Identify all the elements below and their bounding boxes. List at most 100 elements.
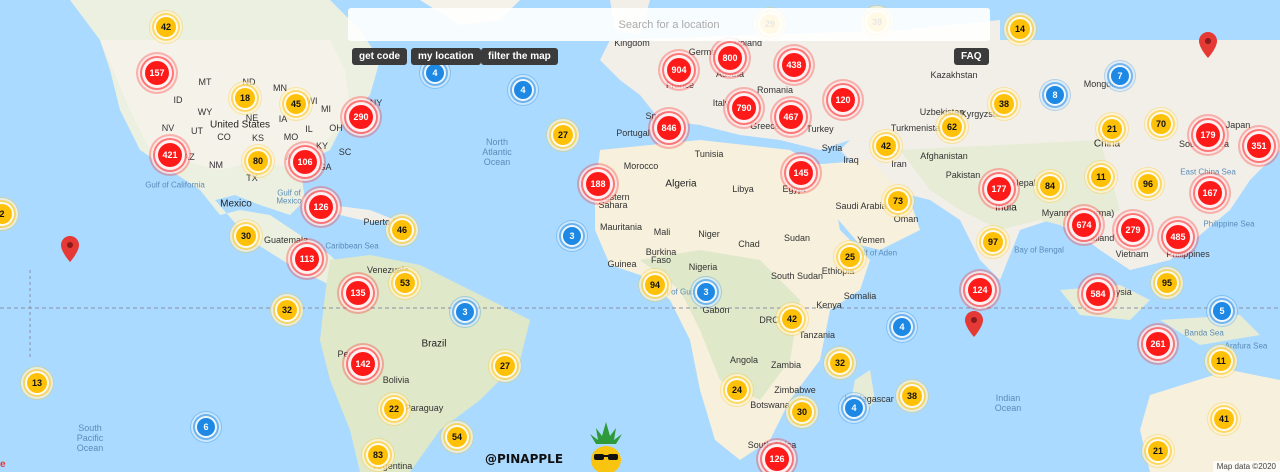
marker-cluster[interactable]: 279 [1121,218,1145,242]
marker-cluster[interactable]: 179 [1196,123,1220,147]
location-pin-icon[interactable] [965,311,983,337]
map-label-libya: Libya [732,184,754,194]
marker-cluster[interactable]: 467 [779,105,803,129]
marker-cluster[interactable]: 113 [295,247,319,271]
marker-cluster[interactable]: 421 [158,143,182,167]
faq-button[interactable]: FAQ [954,48,989,65]
marker-cluster[interactable]: 11 [1091,167,1111,187]
marker-cluster[interactable]: 120 [831,88,855,112]
marker-cluster[interactable]: 96 [1138,174,1158,194]
map-label-south-sudan: South Sudan [770,271,824,281]
marker-cluster[interactable]: 21 [1148,441,1168,461]
marker-cluster[interactable]: 5 [1213,302,1231,320]
marker-cluster[interactable]: 83 [368,445,388,465]
location-pin-icon[interactable] [1199,32,1217,58]
marker-cluster[interactable]: 30 [792,402,812,422]
marker-cluster[interactable]: 584 [1086,282,1110,306]
marker-cluster[interactable]: 145 [789,161,813,185]
map-label-morocco: Morocco [623,161,659,171]
marker-cluster[interactable]: 42 [782,309,802,329]
marker-cluster[interactable]: 27 [495,356,515,376]
marker-cluster[interactable]: 30 [236,226,256,246]
marker-cluster[interactable]: 42 [156,17,176,37]
map-label-south-pacific-1: South [78,423,102,433]
marker-cluster[interactable]: 124 [968,278,992,302]
marker-cluster[interactable]: 3 [697,283,715,301]
marker-cluster[interactable]: 351 [1247,134,1271,158]
marker-cluster[interactable]: 94 [645,275,665,295]
marker-cluster[interactable]: 4 [426,64,444,82]
marker-cluster[interactable]: 95 [1157,273,1177,293]
marker-cluster[interactable]: 157 [145,61,169,85]
marker-cluster[interactable]: 4 [845,399,863,417]
marker-cluster[interactable]: 846 [657,116,681,140]
marker-cluster[interactable]: 21 [1102,119,1122,139]
marker-cluster[interactable]: 46 [392,220,412,240]
location-pin-icon[interactable] [61,236,79,262]
marker-cluster[interactable]: 6 [197,418,215,436]
marker-cluster[interactable]: 904 [667,58,691,82]
map-label-kazakhstan: Kazakhstan [930,70,978,80]
marker-cluster[interactable]: 70 [1151,114,1171,134]
marker-cluster[interactable]: 106 [293,150,317,174]
marker-cluster[interactable]: 188 [586,172,610,196]
pineapple-logo-icon [590,422,622,472]
marker-cluster[interactable]: 80 [248,151,268,171]
marker-cluster[interactable]: 3 [456,303,474,321]
marker-cluster[interactable]: 27 [553,125,573,145]
marker-cluster[interactable]: 790 [732,96,756,120]
map-label-tx: TX [246,173,258,183]
marker-cluster[interactable]: 7 [1111,67,1129,85]
map-label-portugal: Portugal [616,128,650,138]
marker-cluster[interactable]: 38 [994,94,1014,114]
marker-cluster[interactable]: 8 [1046,86,1064,104]
marker-cluster[interactable]: 54 [447,427,467,447]
marker-cluster[interactable]: 674 [1072,213,1096,237]
marker-cluster[interactable]: 4 [893,318,911,336]
marker-cluster[interactable]: 13 [27,373,47,393]
marker-cluster[interactable]: 438 [782,53,806,77]
marker-cluster[interactable]: 485 [1166,225,1190,249]
marker-cluster[interactable]: 261 [1146,332,1170,356]
marker-cluster[interactable]: 97 [983,232,1003,252]
marker-cluster[interactable]: 11 [1211,351,1231,371]
marker-cluster[interactable]: 73 [888,191,908,211]
map-label-egypt: Egypt [782,184,806,194]
map-label-turkey: Turkey [806,124,834,134]
marker-cluster[interactable]: 167 [1198,181,1222,205]
marker-cluster[interactable]: 18 [235,88,255,108]
marker-cluster[interactable]: 177 [987,177,1011,201]
marker-cluster[interactable]: 84 [1040,176,1060,196]
marker-cluster[interactable]: 32 [277,300,297,320]
marker-cluster[interactable]: 14 [1010,19,1030,39]
marker-cluster[interactable]: 290 [349,105,373,129]
marker-cluster[interactable]: 62 [942,117,962,137]
marker-cluster[interactable]: 22 [384,399,404,419]
marker-cluster[interactable]: 32 [830,353,850,373]
marker-cluster[interactable]: 45 [286,94,306,114]
marker-cluster[interactable]: 126 [309,195,333,219]
marker-cluster[interactable]: 4 [514,81,532,99]
marker-cluster[interactable]: 42 [876,136,896,156]
world-map[interactable]: North Atlantic Ocean South Pacific Ocean India… [0,0,1280,472]
marker-cluster[interactable]: 135 [346,281,370,305]
marker-cluster[interactable]: 3 [563,227,581,245]
map-label-drc: DRC [759,315,779,325]
get-code-button[interactable]: get code [352,48,408,65]
my-location-button[interactable]: my location [411,48,481,65]
map-label-italy: Italy [712,98,730,108]
marker-cluster[interactable]: 41 [1214,409,1234,429]
filter-map-button[interactable]: filter the map [481,48,558,65]
marker-cluster[interactable]: 38 [902,386,922,406]
search-input[interactable] [348,8,990,41]
map-label-mn: MN [273,83,287,93]
map-label-gulf-cal: Gulf of California [145,180,205,190]
marker-cluster[interactable]: 53 [395,273,415,293]
map-label-botswana: Botswana [750,400,790,410]
marker-cluster[interactable]: 24 [727,380,747,400]
map-label-philippine-sea: Philippine Sea [1203,219,1255,229]
marker-cluster[interactable]: 800 [718,46,742,70]
marker-cluster[interactable]: 126 [765,447,789,471]
marker-cluster[interactable]: 142 [351,352,375,376]
marker-cluster[interactable]: 25 [840,247,860,267]
